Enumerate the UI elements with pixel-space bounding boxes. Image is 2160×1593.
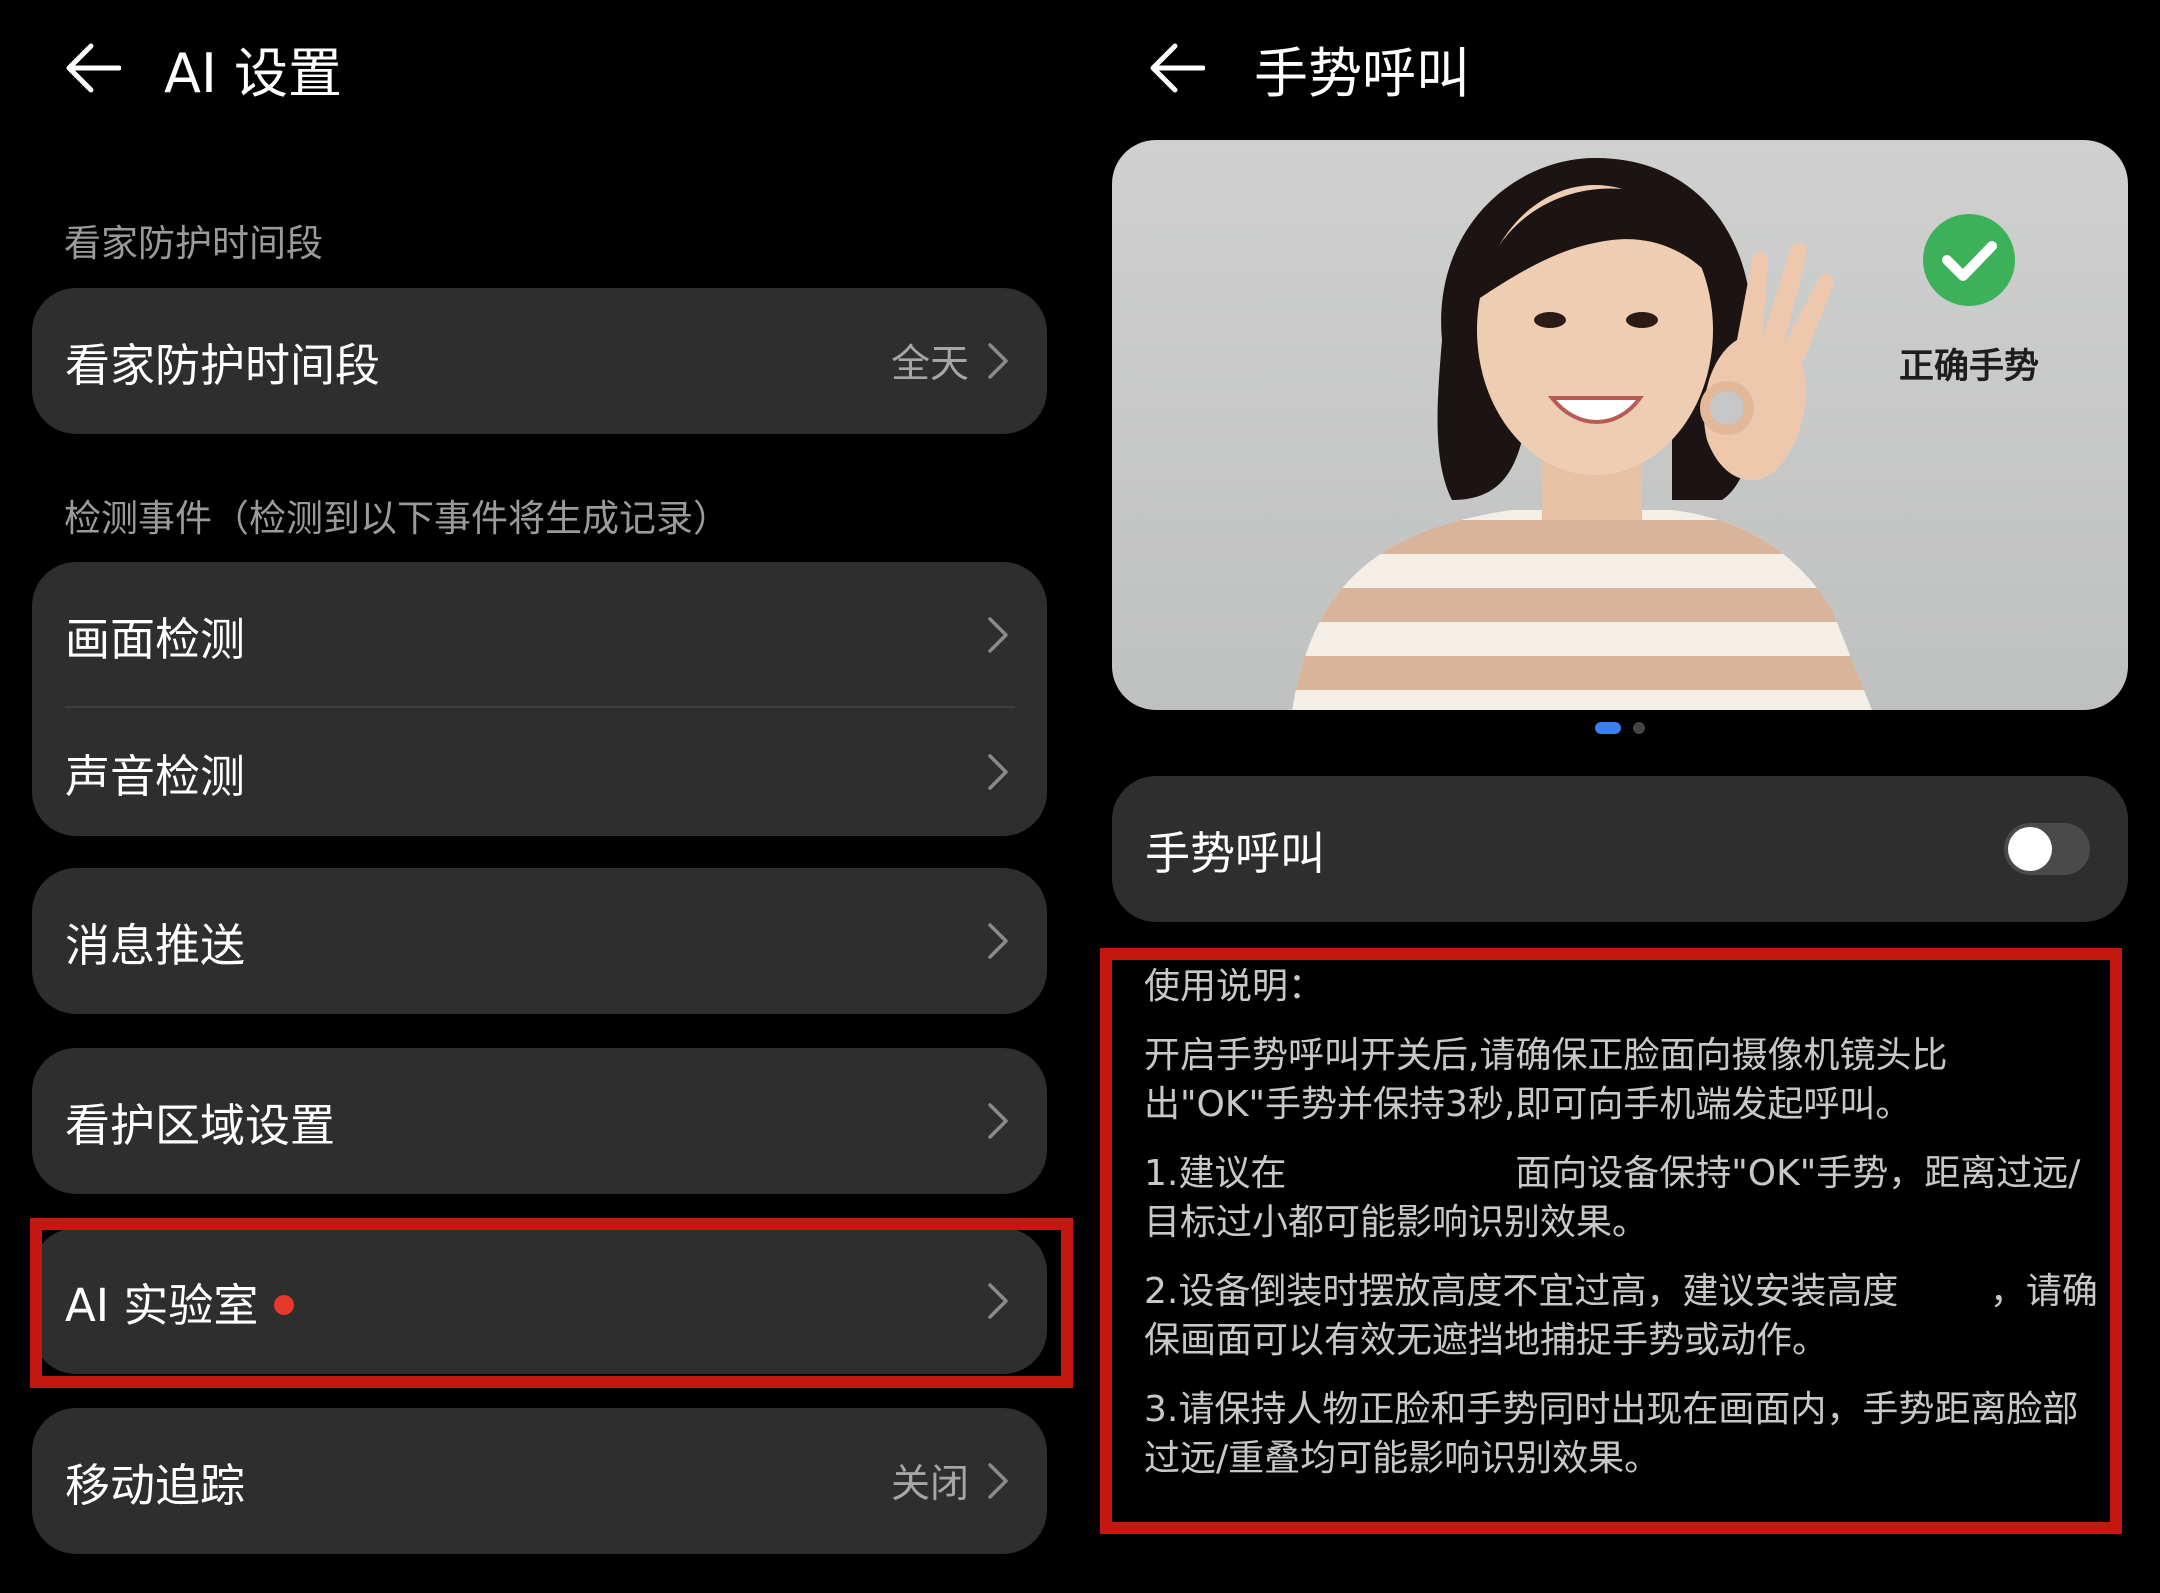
chevron-right-icon — [987, 921, 1011, 961]
push-card: 消息推送 — [32, 868, 1047, 1014]
protection-period-row[interactable]: 看家防护时间段 全天 — [32, 288, 1047, 434]
care-area-row[interactable]: 看护区域设置 — [32, 1048, 1047, 1194]
ai-settings-header: AI 设置 — [0, 28, 342, 108]
back-arrow-icon[interactable] — [60, 36, 124, 100]
care-area-label: 看护区域设置 — [65, 1098, 336, 1152]
motion-tracking-row[interactable]: 移动追踪 关闭 — [32, 1408, 1047, 1554]
ai-settings-pane: AI 设置 看家防护时间段 看家防护时间段 全天 检测事件（检测到以下事件将生成… — [0, 0, 1080, 1593]
chevron-right-icon — [987, 1101, 1011, 1141]
gesture-toggle-card: 手势呼叫 — [1112, 776, 2128, 922]
message-push-label: 消息推送 — [65, 918, 246, 972]
protection-period-card: 看家防护时间段 全天 — [32, 288, 1047, 434]
gesture-call-header: 手势呼叫 — [1080, 28, 1470, 108]
gesture-call-toggle-label: 手势呼叫 — [1145, 826, 1326, 880]
image-pager — [1080, 722, 2160, 734]
switch-knob — [2008, 827, 2052, 871]
correct-gesture-caption: 正确手势 — [1898, 347, 2039, 387]
motion-card: 移动追踪 关闭 — [32, 1408, 1047, 1554]
pager-dot[interactable] — [1633, 722, 1645, 734]
area-card: 看护区域设置 — [32, 1048, 1047, 1194]
gesture-call-pane: 手势呼叫 正确手势 手势呼叫 使用说明： 开启手势呼叫开关后,请确保正脸面向摄像… — [1080, 0, 2160, 1593]
chevron-right-icon — [987, 752, 1011, 792]
image-detection-label: 画面检测 — [65, 612, 246, 666]
pager-dot-active[interactable] — [1595, 722, 1621, 734]
sound-detection-label: 声音检测 — [65, 749, 246, 803]
back-arrow-icon[interactable] — [1144, 36, 1208, 100]
gesture-example-image: 正确手势 — [1112, 140, 2128, 710]
protection-period-label: 看家防护时间段 — [65, 338, 381, 392]
page-title: 手势呼叫 — [1254, 41, 1470, 105]
highlight-ai-lab — [30, 1218, 1073, 1388]
gesture-call-switch[interactable] — [2004, 823, 2090, 875]
highlight-instructions — [1100, 948, 2122, 1534]
motion-tracking-label: 移动追踪 — [65, 1458, 246, 1512]
message-push-row[interactable]: 消息推送 — [32, 868, 1047, 1014]
detection-card: 画面检测 声音检测 — [32, 562, 1047, 836]
page-title: AI 设置 — [164, 41, 343, 105]
section-label-protection: 看家防护时间段 — [64, 222, 323, 265]
chevron-right-icon — [987, 615, 1011, 655]
chevron-right-icon — [987, 341, 1011, 381]
gesture-call-toggle-row[interactable]: 手势呼叫 — [1112, 776, 2128, 922]
motion-tracking-value: 关闭 — [890, 1462, 969, 1507]
image-detection-row[interactable]: 画面检测 — [32, 562, 1047, 708]
chevron-right-icon — [987, 1461, 1011, 1501]
protection-period-value: 全天 — [890, 342, 969, 387]
sound-detection-row[interactable]: 声音检测 — [32, 708, 1047, 836]
section-label-detection: 检测事件（检测到以下事件将生成记录） — [64, 497, 730, 540]
person-ok-gesture-illustration — [1292, 157, 2015, 710]
